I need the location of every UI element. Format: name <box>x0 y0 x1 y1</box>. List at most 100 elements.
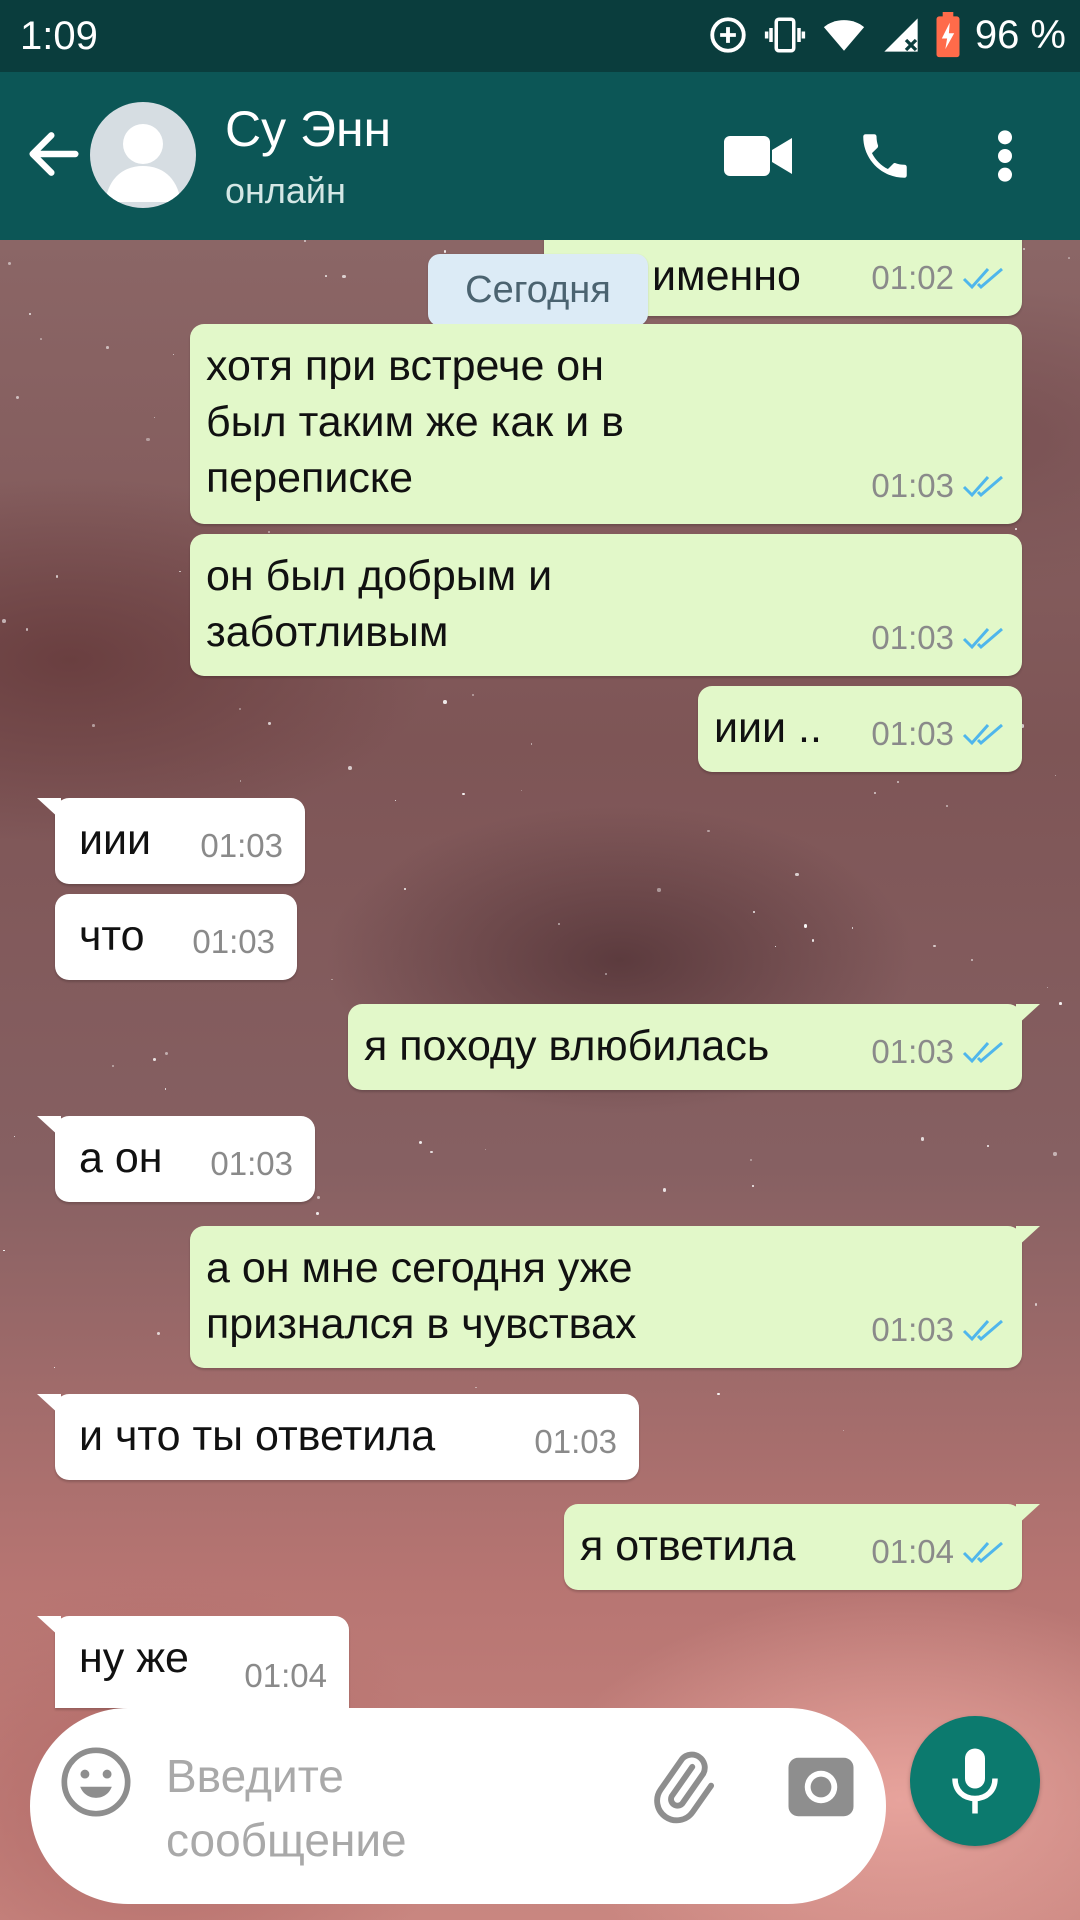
star-dot <box>1 618 6 623</box>
star-dot <box>153 1057 157 1061</box>
date-divider: Сегодня <box>428 254 648 326</box>
contact-name[interactable]: Су Энн <box>225 100 391 158</box>
voice-call-button[interactable] <box>845 116 925 196</box>
message-input[interactable]: Введите сообщение <box>166 1744 407 1872</box>
message-incoming[interactable]: и что ты ответила 01:03 <box>37 1394 639 1480</box>
star-dot <box>164 1052 168 1056</box>
star-dot <box>418 1140 422 1144</box>
bubble-tail <box>37 1616 61 1638</box>
message-meta: 01:03 <box>871 706 1006 762</box>
star-dot <box>112 1064 115 1067</box>
star-dot <box>342 274 346 278</box>
message-composer[interactable]: Введите сообщение <box>30 1708 886 1904</box>
star-dot <box>53 1366 56 1369</box>
message-text: а он мне сегодня уже признался в чувства… <box>206 1244 637 1348</box>
more-options-button[interactable] <box>965 116 1045 196</box>
star-dot <box>707 829 710 833</box>
message-outgoing[interactable]: я походу влюбилась 01:03 <box>348 1004 1040 1090</box>
attach-button[interactable] <box>642 1748 720 1826</box>
star-dot <box>268 531 271 534</box>
message-time: 01:03 <box>192 923 275 960</box>
message-time: 01:03 <box>871 619 954 656</box>
star-dot <box>1034 1303 1038 1306</box>
emoji-button[interactable] <box>58 1744 134 1820</box>
message-incoming[interactable]: иии 01:03 <box>37 798 305 884</box>
star-dot <box>1053 1152 1057 1156</box>
message-time: 01:03 <box>534 1423 617 1460</box>
data-saver-icon <box>710 17 746 53</box>
star-dot <box>1054 774 1057 777</box>
message-text: а он <box>79 1134 163 1182</box>
message-meta: 01:03 <box>210 1136 293 1192</box>
read-receipt-icon <box>962 627 1003 650</box>
video-call-icon <box>724 136 792 176</box>
message-meta: 01:03 <box>534 1414 617 1470</box>
message-text: и что ты ответила <box>79 1412 436 1460</box>
bubble-tail <box>1016 1004 1040 1026</box>
star-dot <box>55 575 59 578</box>
battery-percent: 96 % <box>974 12 1066 57</box>
message-outgoing[interactable]: а он мне сегодня уже признался в чувства… <box>190 1226 1040 1368</box>
message-text: хотя при встрече он был таким же как и в… <box>206 342 624 502</box>
star-dot <box>303 240 306 243</box>
star-dot <box>179 570 181 573</box>
video-call-button[interactable] <box>718 116 798 196</box>
star-dot <box>774 945 776 948</box>
star-dot <box>851 927 854 929</box>
star-dot <box>752 910 756 913</box>
star-dot <box>751 1184 755 1188</box>
message-text: иии .. <box>714 704 822 752</box>
message-incoming[interactable]: а он 01:03 <box>37 1116 315 1202</box>
message-incoming[interactable]: что 01:03 <box>55 894 297 980</box>
message-time: 01:03 <box>210 1145 293 1182</box>
message-text: что <box>79 912 145 960</box>
star-dot <box>443 250 447 253</box>
star-dot <box>13 1135 16 1138</box>
star-dot <box>3 1249 5 1252</box>
read-receipt-icon <box>962 1541 1003 1564</box>
back-arrow-icon <box>29 132 79 176</box>
status-bar: 1:09 96 % <box>0 0 1080 72</box>
read-receipt-icon <box>962 723 1003 746</box>
read-receipt-icon <box>962 1319 1003 1342</box>
star-dot <box>605 973 607 975</box>
message-time: 01:03 <box>871 1033 954 1070</box>
message-meta: 01:03 <box>871 458 1006 514</box>
star-dot <box>521 790 523 792</box>
star-dot <box>429 1150 433 1154</box>
camera-button[interactable] <box>782 1748 860 1826</box>
message-meta: 01:03 <box>871 610 1006 666</box>
star-dot <box>803 924 808 928</box>
message-incoming[interactable]: ну же 01:04 <box>37 1616 349 1708</box>
star-dot <box>842 1429 844 1431</box>
star-dot <box>461 792 465 796</box>
star-dot <box>316 1196 320 1200</box>
more-options-icon <box>998 130 1012 182</box>
avatar[interactable] <box>90 102 196 208</box>
star-dot <box>8 261 12 265</box>
message-outgoing[interactable]: он был добрым и заботливым 01:03 <box>190 534 1022 676</box>
status-time: 1:09 <box>20 14 98 58</box>
vibrate-icon <box>764 17 805 53</box>
message-text: он был добрым и заботливым <box>206 552 553 656</box>
bubble-tail <box>37 1116 61 1138</box>
message-meta: 01:03 <box>200 818 283 874</box>
star-dot <box>662 1188 667 1192</box>
star-dot <box>485 1148 487 1150</box>
message-outgoing[interactable]: хотя при встрече он был таким же как и в… <box>190 324 1022 524</box>
message-outgoing[interactable]: я ответила 01:04 <box>564 1504 1040 1590</box>
chat-background[interactable]: именно 01:02 Сегодня хотя при встрече он… <box>0 240 1080 1920</box>
message-meta: 01:03 <box>871 1302 1006 1358</box>
star-dot <box>1046 987 1048 989</box>
star-dot <box>40 338 42 340</box>
star-dot <box>920 1136 925 1141</box>
star-dot <box>165 1088 167 1090</box>
back-button[interactable] <box>22 122 86 186</box>
message-meta: 01:04 <box>871 1524 1006 1580</box>
message-text: именно <box>652 252 801 300</box>
star-dot <box>987 1144 990 1147</box>
star-dot <box>25 628 29 632</box>
voice-record-button[interactable] <box>910 1716 1040 1846</box>
message-outgoing[interactable]: иии .. 01:03 <box>698 686 1022 772</box>
star-dot <box>238 708 242 711</box>
